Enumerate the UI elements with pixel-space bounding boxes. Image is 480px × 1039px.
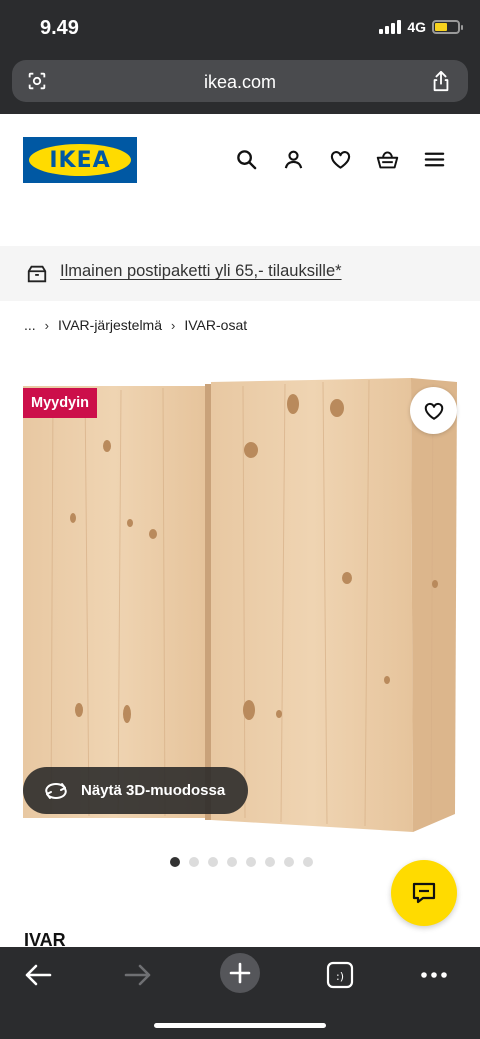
- breadcrumb: ... › IVAR-järjestelmä › IVAR-osat: [24, 317, 247, 333]
- address-bar[interactable]: ikea.com: [12, 60, 468, 102]
- battery-icon: [432, 20, 463, 34]
- logo-oval: IKEA: [29, 144, 131, 176]
- carousel-dot[interactable]: [170, 857, 180, 867]
- breadcrumb-ellipsis[interactable]: ...: [24, 317, 36, 333]
- forward-arrow-icon: [124, 964, 151, 986]
- carousel-dot[interactable]: [303, 857, 313, 867]
- status-bar: 9.49 4G: [0, 0, 480, 56]
- svg-text::): :): [336, 970, 344, 983]
- menu-icon[interactable]: [423, 148, 446, 171]
- status-time: 9.49: [40, 17, 79, 39]
- header-actions: [235, 148, 446, 171]
- promo-banner[interactable]: Ilmainen postipaketti yli 65,- tilauksil…: [0, 246, 480, 301]
- heart-icon[interactable]: [329, 148, 352, 171]
- status-indicators: 4G: [379, 19, 463, 35]
- breadcrumb-item-ivar-parts[interactable]: IVAR-osat: [184, 317, 247, 333]
- new-tab-button[interactable]: [220, 953, 260, 993]
- network-label: 4G: [407, 19, 426, 35]
- carousel-dot[interactable]: [284, 857, 294, 867]
- signal-icon: [379, 20, 402, 34]
- search-icon[interactable]: [235, 148, 258, 171]
- chevron-right-icon: ›: [171, 317, 176, 333]
- heart-icon: [424, 402, 443, 420]
- browser-bottom-bar: :): [0, 947, 480, 1039]
- plus-icon: [229, 962, 251, 984]
- view-3d-button[interactable]: Näytä 3D-muodossa: [23, 767, 248, 814]
- product-gallery[interactable]: Myydyin Näytä 3D-muodossa: [0, 350, 480, 840]
- basket-icon[interactable]: [376, 148, 399, 171]
- carousel-dot[interactable]: [189, 857, 199, 867]
- more-options-icon[interactable]: [416, 957, 452, 993]
- tabs-icon[interactable]: :): [322, 957, 358, 993]
- parcel-icon: [27, 265, 47, 283]
- carousel-dot[interactable]: [208, 857, 218, 867]
- chevron-right-icon: ›: [44, 317, 50, 333]
- bestseller-badge: Myydyin: [23, 388, 97, 418]
- product-image: [23, 378, 457, 832]
- view-3d-label: Näytä 3D-muodossa: [81, 782, 226, 799]
- promo-link[interactable]: Ilmainen postipaketti yli 65,- tilauksil…: [60, 262, 342, 281]
- breadcrumb-item-ivar-system[interactable]: IVAR-järjestelmä: [58, 317, 162, 333]
- carousel-dots[interactable]: [170, 857, 313, 867]
- logo-text: IKEA: [49, 147, 111, 173]
- chat-icon: [412, 882, 436, 904]
- ikea-logo[interactable]: IKEA: [23, 137, 137, 183]
- share-icon[interactable]: [430, 69, 452, 93]
- home-indicator: [154, 1023, 326, 1028]
- site-header: IKEA: [0, 114, 480, 246]
- chat-button[interactable]: [391, 860, 457, 926]
- carousel-dot[interactable]: [246, 857, 256, 867]
- carousel-dot[interactable]: [265, 857, 275, 867]
- url-text: ikea.com: [203, 72, 277, 92]
- add-to-favourites-button[interactable]: [410, 387, 457, 434]
- browser-toolbar: ikea.com: [0, 56, 480, 114]
- back-arrow-icon[interactable]: [20, 957, 56, 993]
- carousel-dot[interactable]: [227, 857, 237, 867]
- user-icon[interactable]: [282, 148, 305, 171]
- rotate-3d-icon: [45, 782, 67, 799]
